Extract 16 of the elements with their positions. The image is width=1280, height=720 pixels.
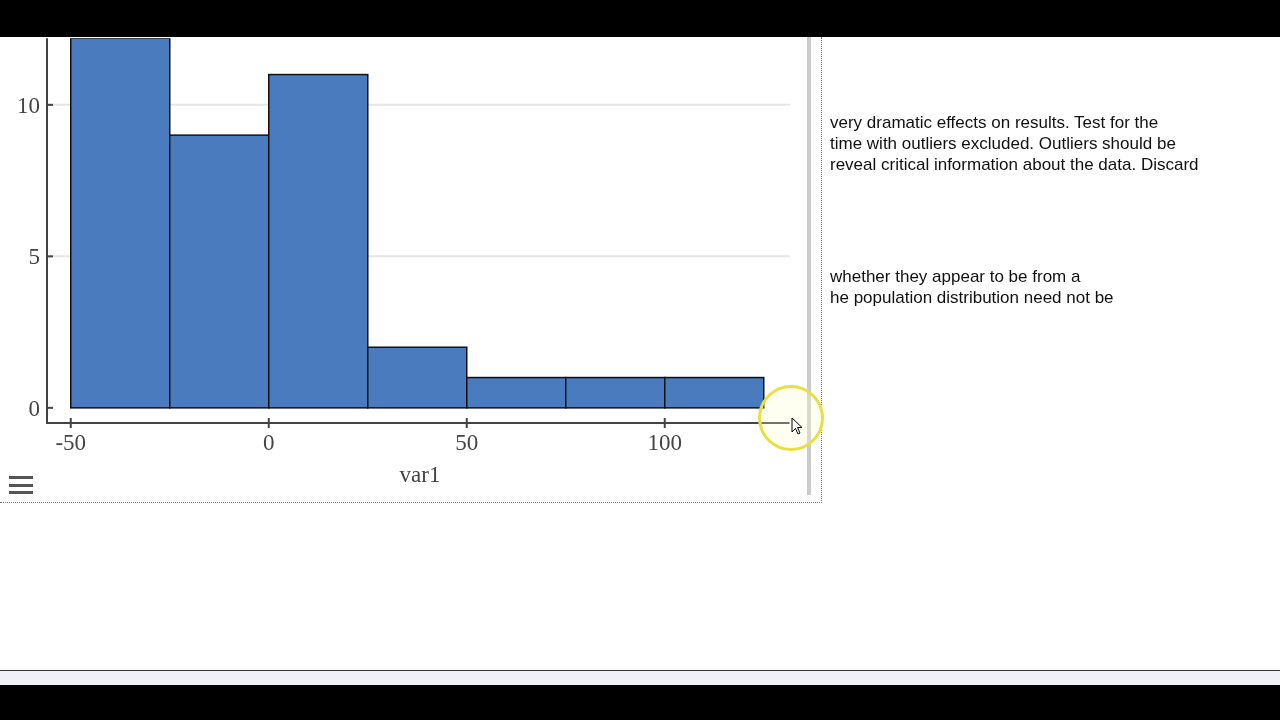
x-tick-label: 0 [263,430,275,455]
cursor-icon [791,417,803,435]
x-tick-label: -50 [55,430,87,455]
x-axis-label: var1 [399,462,441,487]
scrollbar[interactable] [807,37,811,495]
paragraph-line: he population distribution need not be [830,287,1115,308]
paragraph-line: reveal critical information about the data. Discard [830,154,1199,175]
menu-icon[interactable] [8,474,34,496]
paragraph-line: whether they appear to be from a [830,266,1082,287]
x-tick-label: 50 [455,430,479,455]
y-tick-label: 0 [28,395,40,421]
y-tick-label: 10 [17,92,40,118]
paragraph-line: very dramatic effects on results. Test for the [830,112,1160,133]
paragraph-line: time with outliers excluded. Outliers should be [830,133,1177,154]
y-tick-label: 5 [28,244,40,270]
x-tick-label: 100 [647,430,682,455]
